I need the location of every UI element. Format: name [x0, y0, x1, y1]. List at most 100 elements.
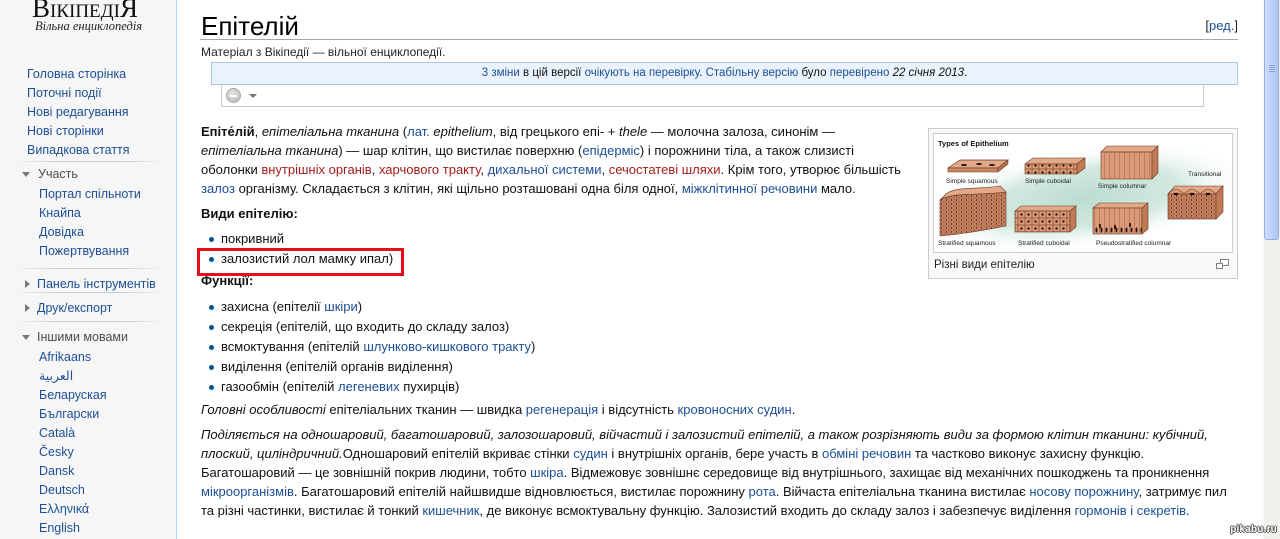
navigation-menu: Головна сторінка Поточні події Нові реда… — [27, 65, 130, 160]
list-item: залозистий лол мамку ипал) — [209, 249, 1238, 268]
edit-section: [ред.] — [1205, 17, 1238, 35]
nav-random-article[interactable]: Випадкова стаття — [27, 141, 130, 160]
article-link[interactable]: регенерація — [526, 402, 598, 417]
missing-article-link[interactable]: внутрішніх органів — [261, 162, 371, 177]
text: виділення (епітелій органів виділення) — [221, 359, 453, 374]
lang-english[interactable]: English — [39, 519, 107, 538]
text: було — [798, 67, 830, 79]
disabled-circle-icon[interactable] — [226, 88, 241, 103]
missing-article-link[interactable]: сечостатеві шляхи — [609, 162, 721, 177]
article-link[interactable]: очікують на перевірку — [585, 67, 700, 79]
expanded-triangle-icon[interactable] — [22, 172, 30, 177]
text: ) — [357, 299, 363, 314]
article-link[interactable]: мікроорганізмів — [201, 484, 294, 499]
nav-current-events[interactable]: Поточні події — [27, 84, 130, 103]
article-link[interactable]: кровоносних судин — [678, 402, 792, 417]
text: організму. Складається з клітин, які щіл… — [234, 181, 682, 196]
list-item: секреція (епітелій, що входить до складу… — [209, 317, 1238, 336]
article-link[interactable]: носову порожнину — [1029, 484, 1138, 499]
text: , де виконує всмоктувальну функцію. Зало… — [479, 503, 1075, 518]
article-link[interactable]: шкіра — [530, 465, 563, 480]
text: пухирців) — [399, 379, 460, 394]
article-link[interactable]: залоз — [201, 181, 235, 196]
site-tagline: Вільна енциклопедія — [35, 19, 143, 33]
text: і відсутність — [598, 402, 678, 417]
grip-icon — [1269, 65, 1275, 72]
languages-menu: Afrikaans العربية Беларуская Български C… — [39, 348, 107, 538]
print-export-heading[interactable]: Друк/експорт — [37, 299, 112, 318]
text: — молочна залоза, синонім — — [647, 124, 835, 139]
lang-greek[interactable]: Ελληνικά — [39, 500, 107, 519]
article-link[interactable]: перевірено — [830, 67, 890, 79]
text: , від грецького епі- + — [492, 124, 619, 139]
article-link[interactable]: лат. — [407, 124, 430, 139]
missing-article-link[interactable]: харчового тракту — [379, 162, 480, 177]
nav-new-pages[interactable]: Нові сторінки — [27, 122, 130, 141]
participation-heading[interactable]: Участь — [38, 165, 78, 184]
article-body: Types of Epithelium Simple squamous Simp… — [201, 122, 1238, 526]
nav-main-page[interactable]: Головна сторінка — [27, 65, 130, 84]
lang-czech[interactable]: Česky — [39, 443, 107, 462]
text: мало. — [817, 181, 856, 196]
lang-arabic[interactable]: العربية — [39, 367, 107, 386]
dropdown-arrow-icon[interactable] — [249, 94, 257, 98]
expanded-triangle-icon[interactable] — [22, 335, 30, 340]
review-feedback-widget — [221, 85, 1204, 107]
watermark: pikabu.ru — [1230, 524, 1277, 535]
text: . — [964, 67, 968, 79]
article-link[interactable]: рота — [749, 484, 776, 499]
lang-catalan[interactable]: Català — [39, 424, 107, 443]
text: . Багатошаровий епітелій найшвидше відно… — [293, 484, 749, 499]
collapsed-triangle-icon[interactable] — [25, 304, 30, 312]
text: ( — [399, 124, 408, 139]
nav-community-portal[interactable]: Портал спільноти — [39, 185, 141, 204]
list-item: покривний — [209, 229, 1238, 248]
article-link[interactable]: обміні речовин — [822, 446, 911, 461]
types-list: покривний залозистий лол мамку ипал) — [209, 229, 1238, 268]
languages-heading[interactable]: Іншими мовами — [37, 328, 128, 347]
lang-bulgarian[interactable]: Български — [39, 405, 107, 424]
lang-belarusian[interactable]: Беларуская — [39, 386, 107, 405]
italic-text: Головні особливості — [201, 402, 326, 417]
simple-columnar-drawing — [1100, 145, 1159, 180]
features-paragraph: Головні особливості епітеліальних тканин… — [201, 400, 1238, 419]
article-link[interactable]: гормонів і секретів — [1075, 503, 1186, 518]
nav-donate[interactable]: Пожертвування — [39, 242, 141, 261]
article-link[interactable]: 3 зміни — [482, 67, 520, 79]
nav-help[interactable]: Довідка — [39, 223, 141, 242]
text: всмоктування (епітелій — [221, 339, 364, 354]
nav-village-pump[interactable]: Кнайпа — [39, 204, 141, 223]
text: . Відмежовує зовнішнє середовище від вну… — [563, 465, 1210, 480]
nav-recent-changes[interactable]: Нові редагування — [27, 103, 130, 122]
label-transitional: Transitional — [1188, 171, 1222, 178]
article-link[interactable]: легеневих — [338, 379, 400, 394]
text: в цій версії — [519, 67, 585, 79]
edit-link[interactable]: ред. — [1209, 18, 1234, 33]
italic-text: епітеліальна тканина — [261, 124, 400, 139]
article-link[interactable]: міжклітинної речовини — [682, 181, 818, 196]
list-item: виділення (епітелій органів виділення) — [209, 357, 1238, 376]
text: покривний — [221, 231, 285, 246]
italic-text: thele — [618, 124, 648, 139]
image-title: Types of Epithelium — [938, 139, 1009, 148]
lang-afrikaans[interactable]: Afrikaans — [39, 348, 107, 367]
scrollbar-thumb[interactable] — [1264, 0, 1279, 240]
italic-text: epithelium — [433, 124, 493, 139]
text: , — [254, 124, 262, 139]
article-link[interactable]: шлунково-кишкового тракту — [363, 339, 531, 354]
sidebar: ВікіпедіЯ Вільна енциклопедія Головна ст… — [0, 0, 176, 539]
article-link[interactable]: кишечник — [422, 503, 479, 518]
article-link[interactable]: шкіри — [324, 299, 358, 314]
lang-german[interactable]: Deutsch — [39, 481, 107, 500]
article-link[interactable]: епідерміс — [582, 143, 640, 158]
article-link[interactable]: Стабільну версію — [706, 67, 799, 79]
bold-text: Епіте́лій — [201, 124, 255, 139]
collapsed-triangle-icon[interactable] — [25, 280, 30, 288]
sidebar-divider — [14, 321, 166, 322]
participation-menu: Портал спільноти Кнайпа Довідка Пожертву… — [39, 185, 141, 261]
article-link[interactable]: дихальної системи — [488, 162, 602, 177]
article-link[interactable]: судин — [573, 446, 608, 461]
list-item: всмоктування (епітелій шлунково-кишковог… — [209, 337, 1238, 356]
lang-danish[interactable]: Dansk — [39, 462, 107, 481]
toolbox-heading[interactable]: Панель інструментів — [37, 275, 156, 294]
